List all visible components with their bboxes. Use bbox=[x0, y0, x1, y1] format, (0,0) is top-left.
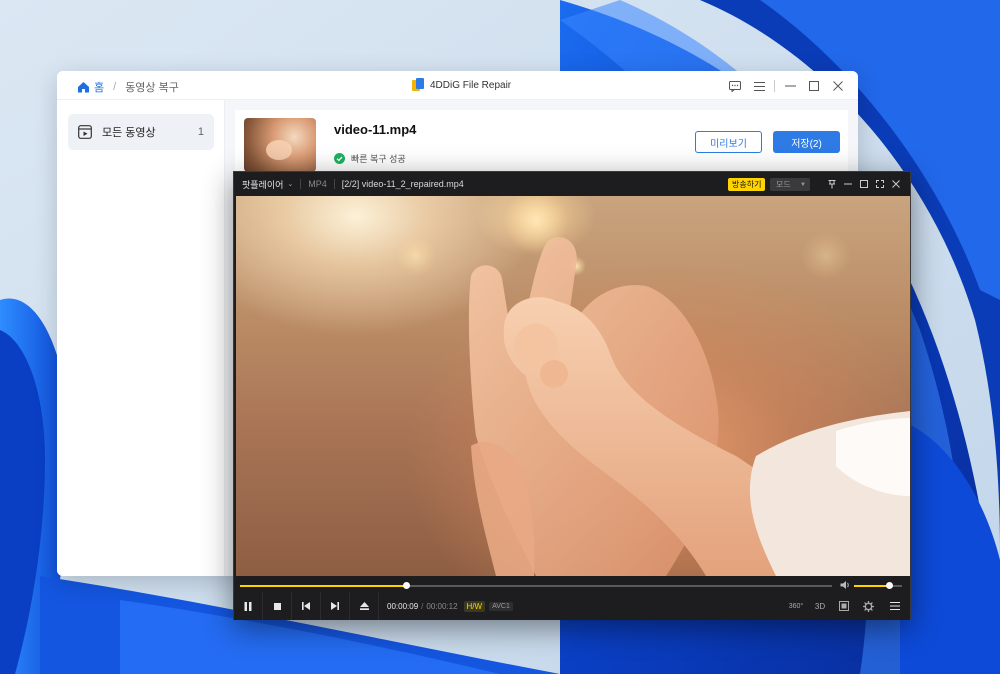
player-controls-right: 360° 3D bbox=[784, 592, 910, 620]
home-icon[interactable] bbox=[77, 81, 90, 93]
seek-track[interactable] bbox=[240, 582, 832, 589]
current-time: 00:00:09 bbox=[387, 601, 419, 611]
app-logo-icon bbox=[412, 78, 424, 91]
stop-button[interactable] bbox=[263, 592, 292, 620]
breadcrumb: 홈 / 동영상 복구 bbox=[77, 79, 179, 95]
player-menu-icon-button[interactable] bbox=[880, 592, 910, 620]
mode-label: 모드 bbox=[776, 180, 791, 189]
close-icon[interactable] bbox=[826, 78, 850, 94]
skip-previous-icon bbox=[302, 602, 310, 610]
feedback-icon[interactable] bbox=[723, 78, 747, 94]
volume-level bbox=[854, 585, 889, 587]
time-separator: / bbox=[421, 601, 424, 611]
caret-down-icon: ▼ bbox=[800, 181, 806, 188]
3d-button[interactable]: 3D bbox=[808, 592, 832, 620]
seek-bar[interactable] bbox=[234, 576, 910, 592]
player-file-title: [2/2] video-11_2_repaired.mp4 bbox=[341, 179, 464, 189]
mode-dropdown[interactable]: 모드 ▼ bbox=[770, 178, 810, 191]
volume-handle[interactable] bbox=[885, 582, 893, 589]
stop-icon bbox=[273, 602, 281, 610]
sidebar-item-count: 1 bbox=[197, 126, 204, 138]
settings-button[interactable] bbox=[856, 592, 880, 620]
breadcrumb-home[interactable]: 홈 bbox=[94, 79, 104, 95]
maximize-icon[interactable] bbox=[802, 78, 826, 94]
chevron-down-icon: ⌄ bbox=[287, 181, 294, 188]
volume-slider[interactable] bbox=[854, 582, 902, 589]
total-time: 00:00:12 bbox=[426, 601, 458, 611]
hw-decoding-badge[interactable]: H/W bbox=[463, 600, 486, 612]
seek-handle[interactable] bbox=[402, 582, 410, 589]
minimize-icon[interactable] bbox=[840, 177, 856, 191]
player-title-divider bbox=[300, 179, 302, 189]
app-titlebar: 홈 / 동영상 복구 4DDiG File Repair bbox=[57, 71, 858, 100]
maximize-icon[interactable] bbox=[856, 177, 872, 191]
sidebar-item-label: 모든 동영상 bbox=[102, 127, 156, 139]
menu-icon[interactable] bbox=[747, 78, 771, 94]
fullscreen-icon[interactable] bbox=[872, 177, 888, 191]
next-button[interactable] bbox=[321, 592, 350, 620]
pause-button[interactable] bbox=[234, 592, 263, 620]
broadcast-button[interactable]: 방송하기 bbox=[728, 178, 766, 191]
hamburger-menu-icon bbox=[890, 602, 900, 610]
save-button[interactable]: 저장(2) bbox=[773, 131, 840, 153]
video-scene bbox=[396, 196, 910, 576]
video-frame[interactable] bbox=[236, 196, 910, 576]
close-icon[interactable] bbox=[888, 177, 904, 191]
previous-button[interactable] bbox=[292, 592, 321, 620]
eject-icon bbox=[359, 602, 369, 610]
video-player-window: 팟플레이어 ⌄ MP4 [2/2] video-11_2_repaired.mp… bbox=[233, 171, 911, 620]
file-card: video-11.mp4 빠른 복구 성공 미리보기 저장(2) bbox=[235, 110, 848, 180]
player-titlebar: 팟플레이어 ⌄ MP4 [2/2] video-11_2_repaired.mp… bbox=[234, 172, 910, 196]
gear-icon bbox=[862, 600, 874, 612]
app-title: 4DDiG File Repair bbox=[430, 79, 512, 91]
time-display: 00:00:09 / 00:00:12 H/W AVC1 bbox=[387, 600, 513, 612]
pause-icon bbox=[244, 601, 252, 611]
breadcrumb-current: 동영상 복구 bbox=[125, 82, 179, 94]
player-menu-button[interactable]: 팟플레이어 ⌄ bbox=[242, 178, 293, 191]
codec-badge[interactable]: AVC1 bbox=[489, 601, 513, 611]
video-thumbnail[interactable] bbox=[244, 118, 316, 172]
window-controls bbox=[723, 78, 850, 94]
titlebar-divider bbox=[774, 80, 775, 92]
player-window-controls bbox=[824, 177, 904, 191]
preview-button[interactable]: 미리보기 bbox=[695, 131, 762, 153]
sidebar-item-all-videos[interactable]: 모든 동영상 1 bbox=[68, 114, 214, 150]
repair-status: 빠른 복구 성공 bbox=[334, 152, 406, 165]
video-folder-icon bbox=[78, 125, 92, 139]
breadcrumb-separator: / bbox=[113, 81, 117, 93]
file-name: video-11.mp4 bbox=[334, 122, 417, 137]
player-menu-label: 팟플레이어 bbox=[242, 179, 284, 190]
check-circle-icon bbox=[334, 153, 345, 164]
minimize-icon[interactable] bbox=[778, 78, 802, 94]
app-title-area: 4DDiG File Repair bbox=[412, 78, 511, 92]
capture-icon bbox=[839, 601, 849, 611]
vr-360-button[interactable]: 360° bbox=[784, 592, 808, 620]
capture-button[interactable] bbox=[832, 592, 856, 620]
player-title-divider bbox=[333, 179, 335, 189]
pin-icon[interactable] bbox=[824, 177, 840, 191]
sidebar: 모든 동영상 1 bbox=[57, 100, 225, 576]
seek-progress bbox=[240, 585, 406, 587]
repair-status-text: 빠른 복구 성공 bbox=[351, 154, 406, 164]
eject-button[interactable] bbox=[350, 592, 379, 620]
skip-next-icon bbox=[331, 602, 339, 610]
volume-icon[interactable] bbox=[840, 580, 850, 590]
video-format: MP4 bbox=[308, 179, 327, 189]
player-controls: 00:00:09 / 00:00:12 H/W AVC1 360° 3D bbox=[234, 592, 910, 620]
